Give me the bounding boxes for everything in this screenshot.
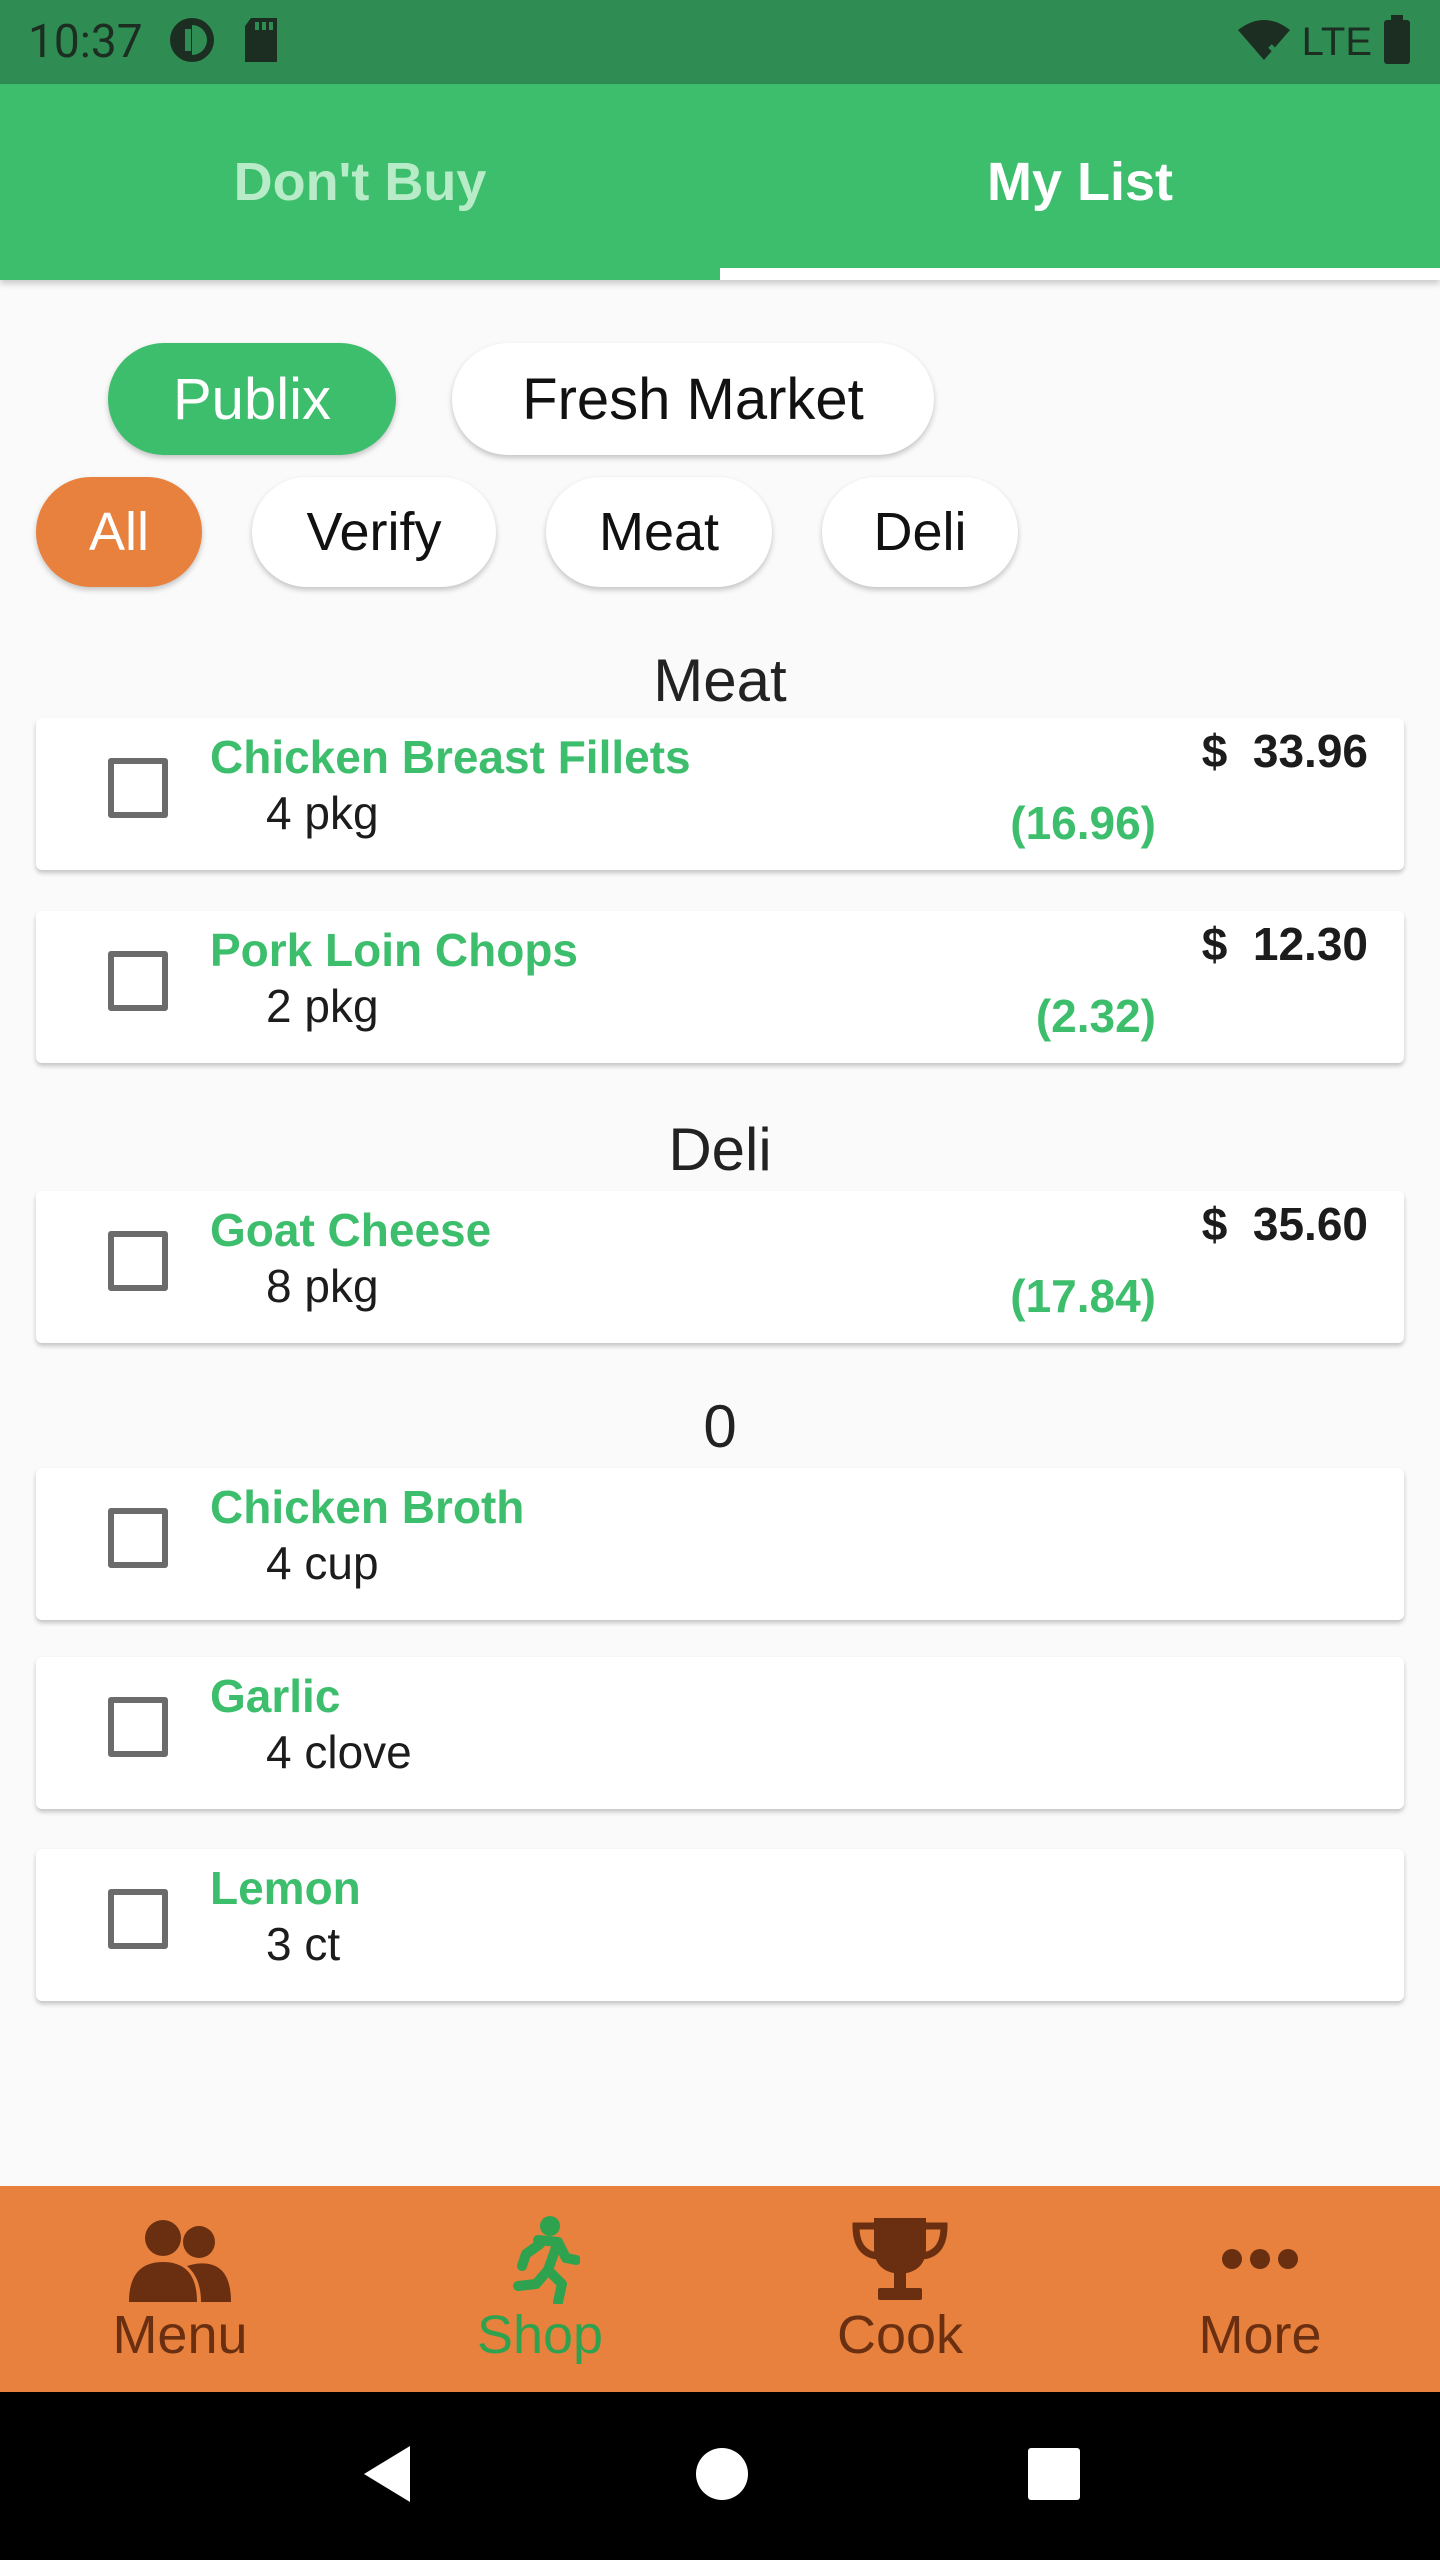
- status-bar: 10:37 LTE: [0, 0, 1440, 84]
- item-sale-price: (16.96): [1010, 797, 1156, 849]
- list-item[interactable]: Lemon 3 ct: [36, 1849, 1404, 2001]
- item-price: $ 12.30: [1201, 918, 1368, 970]
- item-name: Chicken Breast Fillets: [210, 731, 691, 783]
- home-icon[interactable]: [694, 2446, 750, 2507]
- status-time: 10:37: [28, 15, 143, 69]
- list-item[interactable]: Chicken Broth 4 cup: [36, 1468, 1404, 1620]
- section-header-uncategorized: 0: [703, 1393, 737, 1460]
- item-checkbox[interactable]: [108, 1697, 168, 1757]
- sd-card-icon: [241, 16, 281, 69]
- item-name: Pork Loin Chops: [210, 924, 578, 976]
- recents-icon[interactable]: [1026, 2446, 1082, 2507]
- item-quantity: 8 pkg: [266, 1260, 379, 1312]
- nav-item-cook[interactable]: Cook: [720, 2186, 1080, 2392]
- item-price: $ 33.96: [1201, 725, 1368, 777]
- item-name: Lemon: [210, 1862, 361, 1914]
- bottom-nav-bar: Menu Shop Cook More: [0, 2186, 1440, 2392]
- trophy-icon: [850, 2214, 950, 2304]
- tab-my-list[interactable]: My List: [720, 84, 1440, 280]
- item-quantity: 3 ct: [266, 1918, 341, 1970]
- list-item[interactable]: Goat Cheese 8 pkg $ 35.60 (17.84): [36, 1191, 1404, 1343]
- app-notification-icon: [167, 15, 217, 70]
- list-item[interactable]: Garlic 4 clove: [36, 1657, 1404, 1809]
- network-type: LTE: [1301, 19, 1372, 64]
- item-sale-price: (2.32): [1035, 990, 1156, 1042]
- store-chip-publix[interactable]: Publix: [108, 343, 396, 455]
- list-item[interactable]: Chicken Breast Fillets 4 pkg $ 33.96 (16…: [36, 718, 1404, 870]
- nav-label-shop: Shop: [476, 2305, 604, 2365]
- nav-label-more: More: [1198, 2305, 1322, 2365]
- top-tab-bar: Don't Buy My List: [0, 84, 1440, 280]
- item-checkbox[interactable]: [108, 1889, 168, 1949]
- item-name: Goat Cheese: [210, 1204, 492, 1256]
- item-checkbox[interactable]: [108, 758, 168, 818]
- category-chip-meat[interactable]: Meat: [546, 477, 772, 587]
- store-chip-fresh-market[interactable]: Fresh Market: [452, 343, 934, 455]
- nav-label-cook: Cook: [836, 2305, 964, 2365]
- list-item[interactable]: Pork Loin Chops 2 pkg $ 12.30 (2.32): [36, 911, 1404, 1063]
- battery-icon: [1382, 14, 1412, 70]
- item-name: Garlic: [210, 1670, 341, 1722]
- item-quantity: 2 pkg: [266, 980, 379, 1032]
- system-nav-bar: [0, 2392, 1440, 2560]
- section-header-deli: Deli: [668, 1116, 772, 1183]
- back-icon[interactable]: [358, 2442, 418, 2511]
- item-quantity: 4 clove: [266, 1726, 412, 1778]
- category-chip-verify[interactable]: Verify: [252, 477, 496, 587]
- item-checkbox[interactable]: [108, 951, 168, 1011]
- tab-dont-buy[interactable]: Don't Buy: [0, 84, 720, 280]
- nav-item-more[interactable]: More: [1080, 2186, 1440, 2392]
- people-icon: [125, 2214, 235, 2304]
- section-header-meat: Meat: [653, 647, 787, 714]
- item-sale-price: (17.84): [1010, 1270, 1156, 1322]
- item-checkbox[interactable]: [108, 1508, 168, 1568]
- item-quantity: 4 cup: [266, 1537, 379, 1589]
- item-price: $ 35.60: [1201, 1198, 1368, 1250]
- item-name: Chicken Broth: [210, 1481, 525, 1533]
- category-chip-all[interactable]: All: [36, 477, 202, 587]
- more-dots-icon: [1220, 2214, 1300, 2304]
- item-quantity: 4 pkg: [266, 787, 379, 839]
- nav-item-menu[interactable]: Menu: [0, 2186, 360, 2392]
- running-icon: [500, 2214, 580, 2304]
- nav-item-shop[interactable]: Shop: [360, 2186, 720, 2392]
- wifi-off-icon: [1236, 18, 1292, 67]
- category-chip-deli[interactable]: Deli: [822, 477, 1018, 587]
- nav-label-menu: Menu: [112, 2305, 248, 2365]
- item-checkbox[interactable]: [108, 1231, 168, 1291]
